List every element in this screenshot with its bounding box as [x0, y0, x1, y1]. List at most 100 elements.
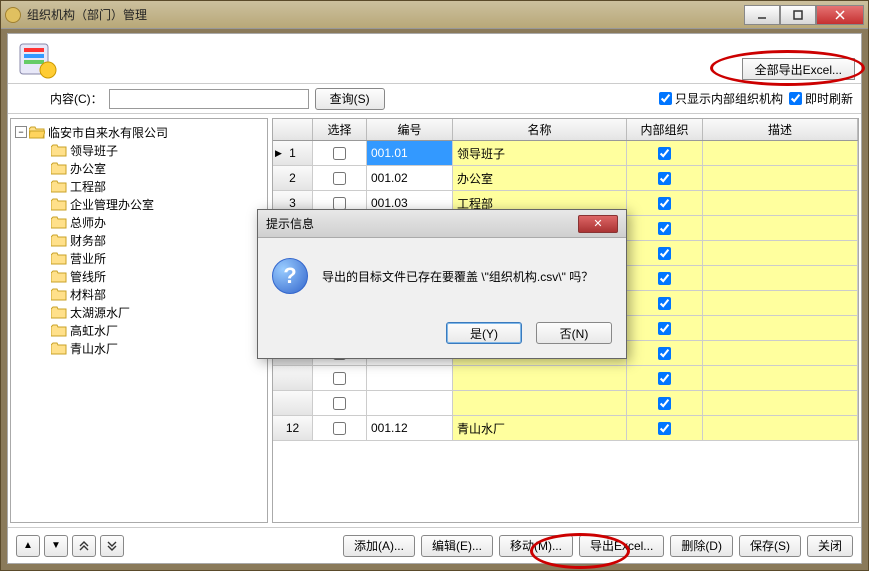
add-button[interactable]: 添加(A)...: [343, 535, 415, 557]
maximize-button[interactable]: [780, 5, 816, 25]
close-window-button[interactable]: 关闭: [807, 535, 853, 557]
row-code-cell[interactable]: 001.12: [367, 416, 453, 440]
row-internal-checkbox[interactable]: [658, 247, 671, 260]
row-internal-checkbox[interactable]: [658, 397, 671, 410]
row-select-checkbox[interactable]: [333, 172, 346, 185]
tree-item[interactable]: 总师办: [15, 213, 263, 231]
grid-header-select[interactable]: 选择: [313, 119, 367, 140]
delete-button[interactable]: 删除(D): [670, 535, 733, 557]
row-select-cell[interactable]: [313, 166, 367, 190]
row-name-cell[interactable]: [453, 391, 627, 415]
grid-header-desc[interactable]: 描述: [703, 119, 858, 140]
row-internal-cell[interactable]: [627, 366, 703, 390]
row-internal-checkbox[interactable]: [658, 272, 671, 285]
row-internal-cell[interactable]: [627, 291, 703, 315]
tree-item[interactable]: 青山水厂: [15, 339, 263, 357]
row-select-checkbox[interactable]: [333, 197, 346, 210]
row-name-cell[interactable]: 办公室: [453, 166, 627, 190]
dialog-titlebar[interactable]: 提示信息 ✕: [258, 210, 626, 238]
row-select-cell[interactable]: [313, 416, 367, 440]
row-desc-cell[interactable]: [703, 241, 858, 265]
refresh-checkbox-wrap[interactable]: 即时刷新: [789, 90, 853, 107]
row-internal-cell[interactable]: [627, 166, 703, 190]
grid-header-code[interactable]: 编号: [367, 119, 453, 140]
nav-up-button[interactable]: ▲: [16, 535, 40, 557]
tree-item[interactable]: 领导班子: [15, 141, 263, 159]
table-row[interactable]: 12 001.12青山水厂: [273, 416, 858, 441]
row-internal-checkbox[interactable]: [658, 222, 671, 235]
tree-item[interactable]: 太湖源水厂: [15, 303, 263, 321]
tree-item[interactable]: 材料部: [15, 285, 263, 303]
row-desc-cell[interactable]: [703, 341, 858, 365]
table-row[interactable]: ▶1 001.01领导班子: [273, 141, 858, 166]
export-all-button[interactable]: 全部导出Excel...: [742, 58, 855, 80]
tree-item[interactable]: 财务部: [15, 231, 263, 249]
row-internal-checkbox[interactable]: [658, 197, 671, 210]
tree-item[interactable]: 管线所: [15, 267, 263, 285]
row-number-cell[interactable]: [273, 391, 313, 415]
grid-header-rownum[interactable]: [273, 119, 313, 140]
row-internal-checkbox[interactable]: [658, 422, 671, 435]
row-code-cell[interactable]: 001.02: [367, 166, 453, 190]
row-internal-cell[interactable]: [627, 391, 703, 415]
row-internal-cell[interactable]: [627, 141, 703, 165]
row-select-checkbox[interactable]: [333, 147, 346, 160]
titlebar[interactable]: 组织机构（部门）管理: [1, 1, 868, 29]
row-desc-cell[interactable]: [703, 191, 858, 215]
dialog-no-button[interactable]: 否(N): [536, 322, 612, 344]
row-code-cell[interactable]: 001.01: [367, 141, 453, 165]
row-desc-cell[interactable]: [703, 141, 858, 165]
grid-header-name[interactable]: 名称: [453, 119, 627, 140]
row-internal-checkbox[interactable]: [658, 322, 671, 335]
row-select-checkbox[interactable]: [333, 372, 346, 385]
row-select-cell[interactable]: [313, 141, 367, 165]
close-button[interactable]: [816, 5, 864, 25]
table-row[interactable]: [273, 366, 858, 391]
row-select-cell[interactable]: [313, 366, 367, 390]
row-desc-cell[interactable]: [703, 366, 858, 390]
row-name-cell[interactable]: [453, 366, 627, 390]
row-code-cell[interactable]: [367, 391, 453, 415]
tree-item[interactable]: 高虹水厂: [15, 321, 263, 339]
row-internal-cell[interactable]: [627, 316, 703, 340]
row-desc-cell[interactable]: [703, 216, 858, 240]
row-internal-checkbox[interactable]: [658, 347, 671, 360]
dialog-close-button[interactable]: ✕: [578, 215, 618, 233]
edit-button[interactable]: 编辑(E)...: [421, 535, 493, 557]
row-number-cell[interactable]: [273, 366, 313, 390]
tree-root[interactable]: − 临安市自来水有限公司: [15, 123, 263, 141]
row-name-cell[interactable]: 领导班子: [453, 141, 627, 165]
row-number-cell[interactable]: 2: [273, 166, 313, 190]
refresh-checkbox[interactable]: [789, 92, 802, 105]
row-number-cell[interactable]: ▶1: [273, 141, 313, 165]
show-internal-checkbox[interactable]: [659, 92, 672, 105]
row-internal-checkbox[interactable]: [658, 297, 671, 310]
show-internal-checkbox-wrap[interactable]: 只显示内部组织机构: [659, 90, 783, 107]
grid-header-internal[interactable]: 内部组织: [627, 119, 703, 140]
row-desc-cell[interactable]: [703, 291, 858, 315]
row-internal-checkbox[interactable]: [658, 372, 671, 385]
row-internal-cell[interactable]: [627, 266, 703, 290]
row-desc-cell[interactable]: [703, 416, 858, 440]
nav-down-button[interactable]: ▼: [44, 535, 68, 557]
tree-item[interactable]: 营业所: [15, 249, 263, 267]
row-internal-checkbox[interactable]: [658, 147, 671, 160]
row-name-cell[interactable]: 青山水厂: [453, 416, 627, 440]
row-desc-cell[interactable]: [703, 316, 858, 340]
tree-item[interactable]: 办公室: [15, 159, 263, 177]
save-button[interactable]: 保存(S): [739, 535, 801, 557]
tree-item[interactable]: 工程部: [15, 177, 263, 195]
tree-item[interactable]: 企业管理办公室: [15, 195, 263, 213]
row-desc-cell[interactable]: [703, 166, 858, 190]
tree-pane[interactable]: − 临安市自来水有限公司 领导班子办公室工程部企业管理办公室总师办财务部营业所管…: [10, 118, 268, 523]
table-row[interactable]: [273, 391, 858, 416]
row-internal-checkbox[interactable]: [658, 172, 671, 185]
row-internal-cell[interactable]: [627, 341, 703, 365]
row-internal-cell[interactable]: [627, 216, 703, 240]
row-internal-cell[interactable]: [627, 416, 703, 440]
table-row[interactable]: 2 001.02办公室: [273, 166, 858, 191]
row-desc-cell[interactable]: [703, 391, 858, 415]
row-number-cell[interactable]: 12: [273, 416, 313, 440]
nav-double-down-button[interactable]: [100, 535, 124, 557]
row-select-checkbox[interactable]: [333, 397, 346, 410]
